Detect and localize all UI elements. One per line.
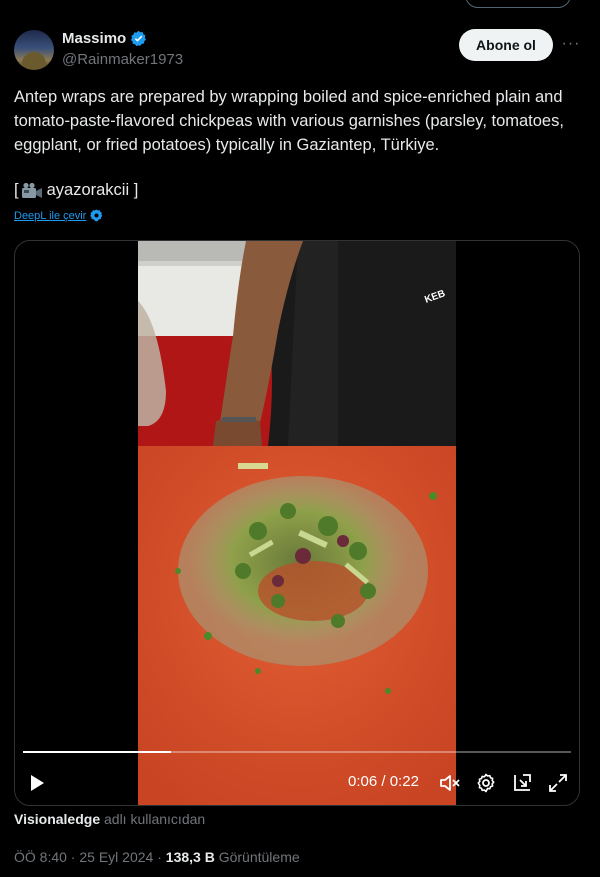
video-credit: [ ayazorakcii ]	[14, 181, 138, 200]
translate-settings-icon[interactable]	[90, 209, 103, 222]
video-still-image: KEB	[138, 241, 456, 805]
tweet-metadata: ÖÖ 8:40 · 25 Eyl 2024 · 138,3 B Görüntül…	[14, 849, 300, 865]
meta-separator: ·	[66, 849, 80, 865]
fullscreen-icon[interactable]	[547, 772, 569, 794]
tweet-time[interactable]: ÖÖ 8:40	[14, 849, 67, 865]
author-handle[interactable]: @Rainmaker1973	[62, 51, 183, 68]
meta-separator: ·	[153, 849, 166, 865]
time-separator: /	[377, 773, 390, 790]
video-time: 0:06 / 0:22	[348, 773, 419, 790]
author-name[interactable]: Massimo	[62, 30, 126, 47]
translate-row[interactable]: DeepL ile çevir	[14, 209, 103, 222]
mute-icon[interactable]	[439, 772, 461, 794]
video-attribution: Visionaledge adlı kullanıcıdan	[14, 811, 205, 827]
video-progress-bar[interactable]	[23, 751, 571, 753]
video-player[interactable]: KEB 0:06 / 0:22	[14, 240, 580, 806]
tweet-text: Antep wraps are prepared by wrapping boi…	[14, 88, 564, 154]
follow-button[interactable]: Abone ol	[459, 29, 553, 61]
video-progress-fill	[23, 751, 171, 753]
top-partial-button[interactable]	[465, 0, 571, 8]
more-options-icon[interactable]: ···	[561, 35, 581, 55]
avatar[interactable]	[14, 30, 54, 70]
current-time: 0:06	[348, 773, 378, 790]
credit-username: ayazorakcii ]	[46, 181, 139, 199]
play-icon[interactable]	[27, 773, 47, 793]
verified-badge-icon	[131, 30, 147, 47]
translate-link[interactable]: DeepL ile çevir	[14, 210, 86, 222]
duration: 0:22	[389, 773, 419, 790]
credit-open-bracket: [	[14, 181, 19, 199]
video-frame[interactable]: KEB	[138, 241, 456, 805]
picture-in-picture-icon[interactable]	[511, 772, 533, 794]
tweet-date[interactable]: 25 Eyl 2024	[79, 849, 153, 865]
video-controls: 0:06 / 0:22	[15, 763, 579, 803]
video-camera-icon	[21, 182, 43, 200]
attribution-suffix: adlı kullanıcıdan	[104, 811, 206, 827]
attribution-user[interactable]: Visionaledge	[14, 811, 100, 827]
views-label: Görüntüleme	[214, 849, 300, 865]
view-count: 138,3 B	[165, 849, 215, 865]
settings-gear-icon[interactable]	[475, 772, 497, 794]
